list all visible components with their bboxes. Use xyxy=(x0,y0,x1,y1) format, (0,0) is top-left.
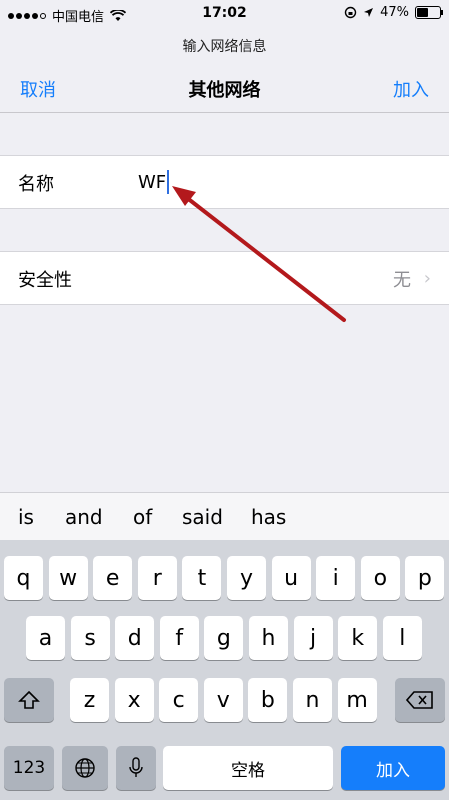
space-key[interactable]: 空格 xyxy=(163,746,333,790)
delete-icon xyxy=(406,691,433,709)
key-n[interactable]: n xyxy=(293,678,332,722)
microphone-icon xyxy=(129,757,143,777)
key-p[interactable]: p xyxy=(405,556,445,600)
suggestion-item[interactable]: of xyxy=(133,505,152,529)
location-arrow-icon xyxy=(364,8,374,17)
key-r[interactable]: r xyxy=(137,556,177,600)
status-bar: 中国电信 17:02 47% xyxy=(0,0,449,28)
key-u[interactable]: u xyxy=(271,556,311,600)
battery-percent: 47% xyxy=(380,5,409,20)
key-l[interactable]: l xyxy=(382,616,422,660)
key-i[interactable]: i xyxy=(316,556,356,600)
shift-icon xyxy=(18,690,40,709)
status-right: 47% xyxy=(344,5,443,20)
orientation-lock-icon xyxy=(344,6,357,19)
security-row[interactable]: 安全性 无 › xyxy=(0,251,449,305)
suggestion-item[interactable]: and xyxy=(65,505,103,529)
key-m[interactable]: m xyxy=(337,678,377,722)
suggestion-bar: is and of said has xyxy=(0,492,449,541)
key-f[interactable]: f xyxy=(159,616,199,660)
navigation-bar: 取消 其他网络 加入 xyxy=(0,66,449,110)
key-s[interactable]: s xyxy=(70,616,110,660)
key-q[interactable]: q xyxy=(4,556,43,600)
suggestion-item[interactable]: has xyxy=(251,505,286,529)
shift-key[interactable] xyxy=(4,678,54,722)
text-cursor xyxy=(167,170,170,194)
security-label: 安全性 xyxy=(18,270,72,291)
page-title: 其他网络 xyxy=(188,80,261,101)
keyboard-join-key[interactable]: 加入 xyxy=(341,746,445,790)
key-y[interactable]: y xyxy=(227,556,266,600)
key-x[interactable]: x xyxy=(114,678,154,722)
key-b[interactable]: b xyxy=(248,678,288,722)
nav-divider xyxy=(0,112,449,113)
key-a[interactable]: a xyxy=(26,616,65,660)
network-name-row[interactable]: 名称 WF xyxy=(0,155,449,209)
join-button[interactable]: 加入 xyxy=(393,76,429,102)
key-o[interactable]: o xyxy=(360,556,400,600)
key-c[interactable]: c xyxy=(159,678,199,722)
network-name-label: 名称 xyxy=(18,174,54,195)
key-v[interactable]: v xyxy=(203,678,243,722)
globe-icon xyxy=(75,758,95,778)
network-info-prompt: 输入网络信息 xyxy=(182,39,267,55)
network-name-value: WF xyxy=(138,171,167,193)
chevron-right-icon: › xyxy=(423,268,431,289)
dictation-key[interactable] xyxy=(116,746,156,790)
key-h[interactable]: h xyxy=(249,616,288,660)
key-g[interactable]: g xyxy=(204,616,244,660)
delete-key[interactable] xyxy=(395,678,445,722)
network-name-field[interactable]: WF xyxy=(138,170,170,194)
keyboard: 123 空格 加入 qwertyuiop asdfghjkl zxcvbnm xyxy=(0,540,449,800)
key-e[interactable]: e xyxy=(93,556,133,600)
key-j[interactable]: j xyxy=(293,616,333,660)
numbers-key[interactable]: 123 xyxy=(4,746,54,790)
key-t[interactable]: t xyxy=(182,556,222,600)
key-w[interactable]: w xyxy=(48,556,88,600)
key-k[interactable]: k xyxy=(338,616,378,660)
globe-key[interactable] xyxy=(62,746,108,790)
battery-icon xyxy=(415,6,443,19)
key-d[interactable]: d xyxy=(115,616,155,660)
suggestion-item[interactable]: said xyxy=(182,505,223,529)
key-z[interactable]: z xyxy=(70,678,109,722)
suggestion-item[interactable]: is xyxy=(18,505,34,529)
security-value: 无 xyxy=(393,270,411,291)
